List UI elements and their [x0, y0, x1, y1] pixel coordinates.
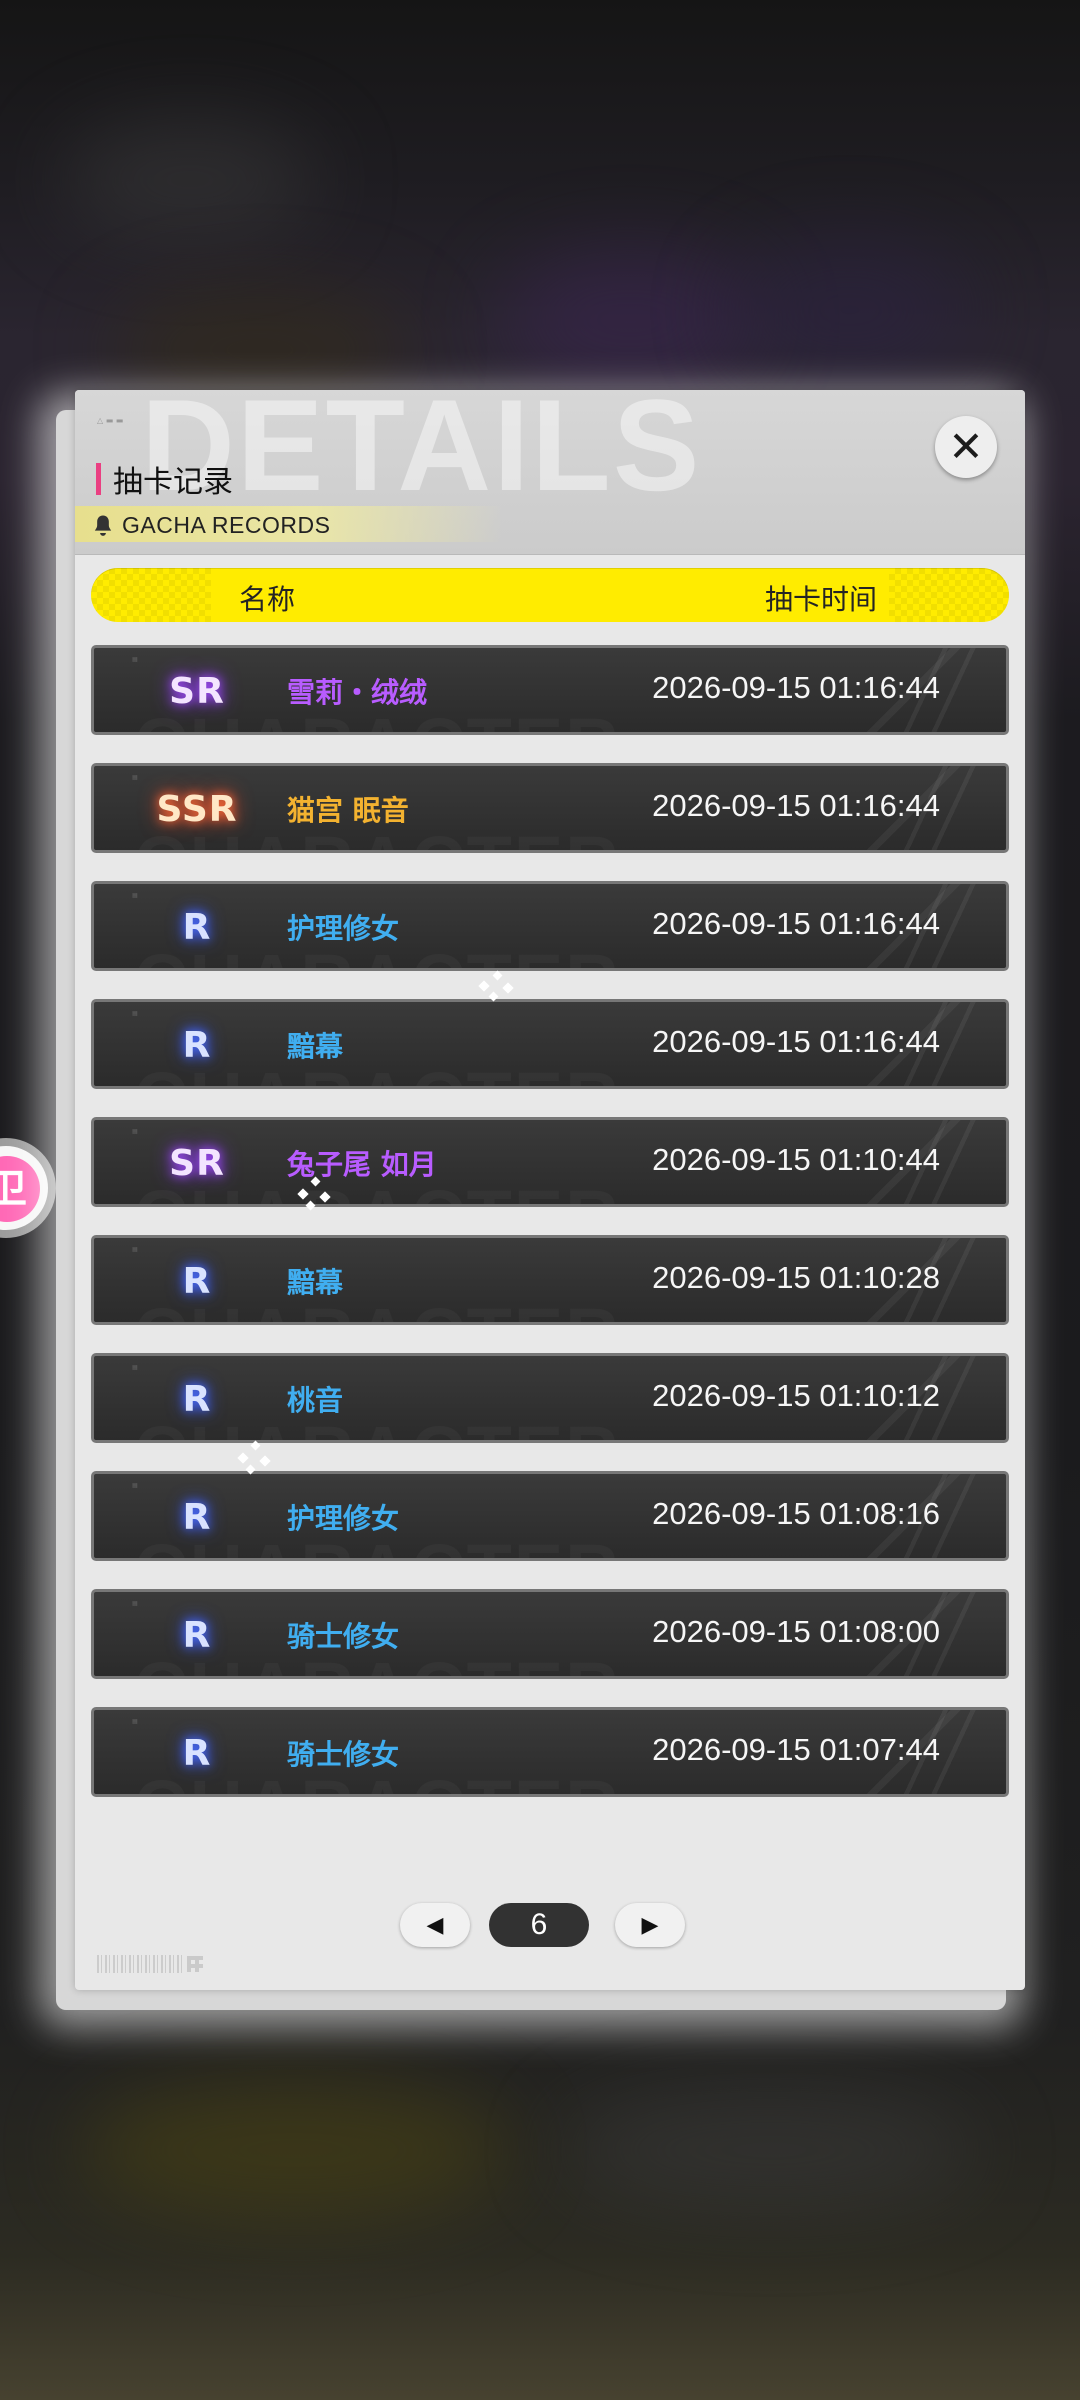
character-name: 护理修女: [287, 912, 400, 945]
rarity-badge: R: [182, 1496, 212, 1538]
draw-time: 2026-09-15 01:10:28: [652, 1260, 940, 1295]
title-wrap: 抽卡记录: [96, 460, 233, 500]
record-row[interactable]: CHARACTER ▦ SR 兔子尾 如月 2026-09-15 01:10:4…: [91, 1117, 1009, 1207]
rarity-badge: R: [182, 1614, 212, 1656]
rarity-badge: R: [182, 906, 212, 948]
draw-time: 2026-09-15 01:16:44: [652, 1024, 940, 1059]
character-name: 护理修女: [287, 1502, 400, 1535]
column-name-label: 名称: [239, 583, 296, 616]
draw-time: 2026-09-15 01:10:44: [652, 1142, 940, 1177]
page-subtitle: GACHA RECORDS: [122, 512, 331, 538]
qr-decoration: [187, 1956, 203, 1972]
draw-time: 2026-09-15 01:10:12: [652, 1378, 940, 1413]
side-badge-label: 卫: [0, 1156, 40, 1222]
panel-header: DETAILS △ ▬ ▬ 抽卡记录 GACHA RECORDS ✕: [75, 390, 1025, 555]
rarity-badge: SR: [169, 670, 225, 712]
character-name: 雪莉・绒绒: [287, 676, 428, 709]
record-row[interactable]: CHARACTER ▦ R 黯幕 2026-09-15 01:10:28: [91, 1235, 1009, 1325]
chevron-right-icon: ▶: [641, 1912, 659, 1938]
character-name: 桃音: [287, 1384, 344, 1417]
background-blur-shape: [730, 240, 970, 380]
chevron-left-icon: ◀: [426, 1912, 444, 1938]
record-row[interactable]: CHARACTER ▦ R 骑士修女 2026-09-15 01:08:00: [91, 1589, 1009, 1679]
draw-time: 2026-09-15 01:08:16: [652, 1496, 940, 1531]
gacha-records-panel: DETAILS △ ▬ ▬ 抽卡记录 GACHA RECORDS ✕ 名称 抽卡…: [75, 390, 1025, 1990]
previous-page-button[interactable]: ◀: [400, 1903, 470, 1947]
record-row[interactable]: CHARACTER ▦ R 护理修女 2026-09-15 01:16:44: [91, 881, 1009, 971]
record-row[interactable]: CHARACTER ▦ SR 雪莉・绒绒 2026-09-15 01:16:44: [91, 645, 1009, 735]
title-accent-bar: [96, 463, 101, 495]
current-page-indicator: 6: [489, 1903, 589, 1947]
close-icon: ✕: [948, 422, 984, 471]
draw-time: 2026-09-15 01:16:44: [652, 906, 940, 941]
draw-time: 2026-09-15 01:16:44: [652, 788, 940, 823]
character-name: 猫宫 眠音: [287, 794, 409, 827]
character-name: 骑士修女: [287, 1738, 400, 1771]
background-blur-shape: [500, 250, 760, 390]
side-badge[interactable]: 卫: [0, 1138, 56, 1238]
bell-icon: [94, 515, 112, 536]
table-header: 名称 抽卡时间: [91, 568, 1009, 622]
character-name: 黯幕: [287, 1266, 344, 1299]
next-page-button[interactable]: ▶: [615, 1903, 685, 1947]
character-name: 黯幕: [287, 1030, 344, 1063]
background-blur-shape: [60, 120, 320, 240]
draw-time: 2026-09-15 01:07:44: [652, 1732, 940, 1767]
draw-time: 2026-09-15 01:08:00: [652, 1614, 940, 1649]
record-row[interactable]: CHARACTER ▦ SSR 猫宫 眠音 2026-09-15 01:16:4…: [91, 763, 1009, 853]
record-row[interactable]: CHARACTER ▦ R 骑士修女 2026-09-15 01:07:44: [91, 1707, 1009, 1797]
rarity-badge: R: [182, 1378, 212, 1420]
sparkle-effect: [237, 1440, 271, 1475]
close-button[interactable]: ✕: [935, 416, 997, 478]
rarity-badge: SSR: [156, 788, 238, 830]
sparkle-effect: [478, 970, 514, 1002]
character-name: 骑士修女: [287, 1620, 400, 1653]
rarity-badge: R: [182, 1732, 212, 1774]
background-blur-shape: [560, 2090, 980, 2210]
tiny-logo-icon: △ ▬ ▬: [97, 416, 124, 425]
page-title: 抽卡记录: [113, 465, 233, 500]
sparkle-effect: [297, 1176, 331, 1211]
draw-time: 2026-09-15 01:16:44: [652, 670, 940, 705]
pagination: ◀ 6 ▶: [400, 1903, 700, 1947]
record-row[interactable]: CHARACTER ▦ R 黯幕 2026-09-15 01:16:44: [91, 999, 1009, 1089]
barcode-decoration: [97, 1955, 183, 1973]
records-list: CHARACTER ▦ SR 雪莉・绒绒 2026-09-15 01:16:44…: [91, 645, 1009, 1825]
rarity-badge: R: [182, 1260, 212, 1302]
column-time-label: 抽卡时间: [765, 583, 878, 616]
rarity-badge: R: [182, 1024, 212, 1066]
background-blur-shape: [80, 2080, 510, 2220]
rarity-badge: SR: [169, 1142, 225, 1184]
